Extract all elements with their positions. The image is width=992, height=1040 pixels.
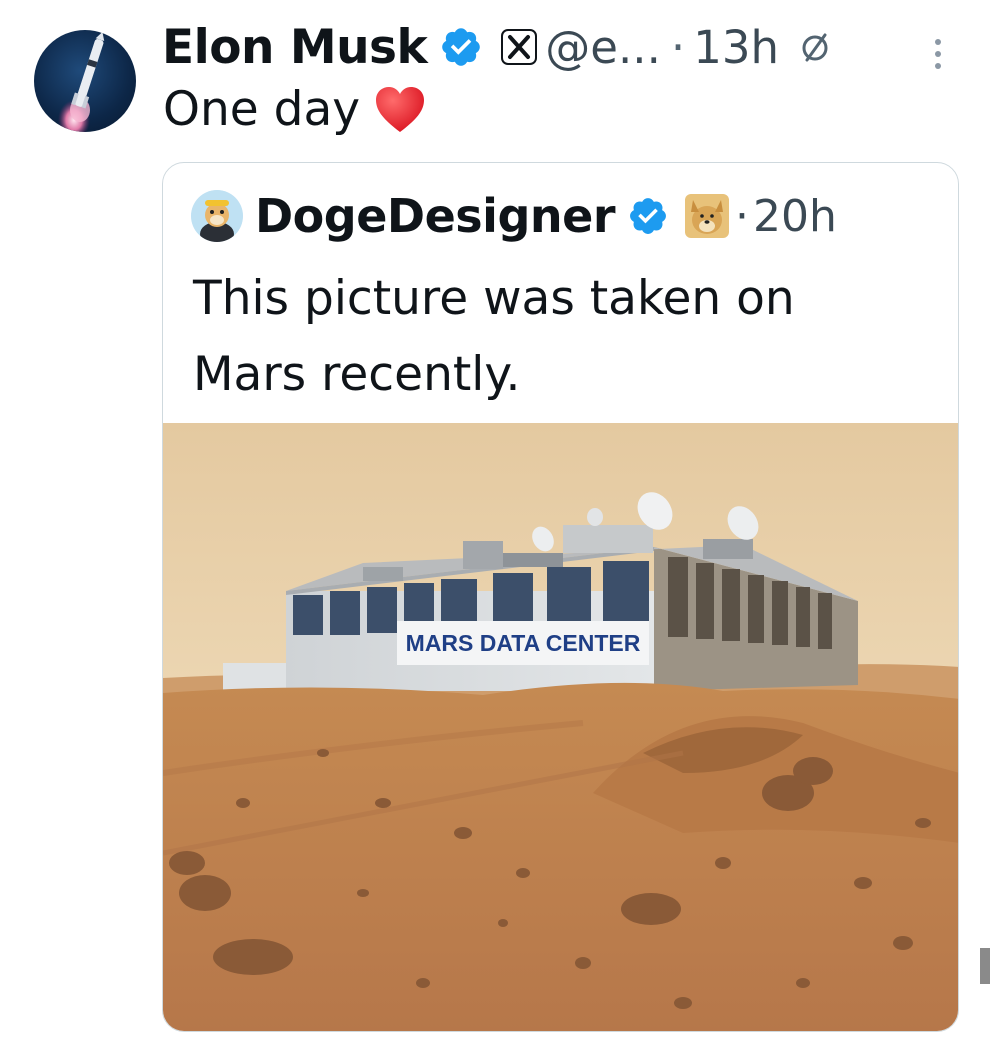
quoted-post[interactable]: DogeDesigner · 20h This picture was take…: [162, 162, 959, 1032]
quoted-post-image[interactable]: MARS DATA CENTER: [163, 423, 958, 1031]
post-card[interactable]: Elon Musk @e... · 13h One day DogeDesign…: [0, 0, 992, 1040]
post-time[interactable]: 13h: [693, 21, 779, 74]
author-name[interactable]: Elon Musk: [162, 20, 428, 75]
quoted-verified-badge-icon[interactable]: [627, 195, 669, 237]
edited-icon: [797, 29, 833, 65]
post-text: One day: [163, 82, 426, 137]
quoted-text-line-2: Mars recently.: [193, 347, 521, 402]
mars-ground: [163, 682, 958, 1031]
quoted-post-text: This picture was taken on Mars recently.: [193, 261, 913, 413]
scrollbar-thumb[interactable]: [980, 948, 990, 984]
author-avatar[interactable]: [34, 30, 136, 132]
x-affiliate-icon[interactable]: [501, 29, 538, 65]
more-options-icon[interactable]: [928, 34, 948, 74]
rocket-icon: [58, 32, 105, 132]
verified-badge-icon[interactable]: [439, 25, 483, 69]
quoted-author-name[interactable]: DogeDesigner: [255, 189, 616, 243]
quoted-post-time[interactable]: 20h: [753, 191, 837, 242]
image-sign-text: MARS DATA CENTER: [406, 630, 641, 656]
red-heart-icon: [374, 86, 426, 134]
doge-badge-icon[interactable]: [685, 194, 730, 238]
quoted-header: DogeDesigner · 20h: [191, 185, 837, 247]
quoted-author-avatar[interactable]: [191, 190, 243, 242]
post-text-content: One day: [163, 82, 361, 137]
post-header: Elon Musk @e... · 13h: [162, 14, 833, 80]
header-separator: ·: [670, 20, 686, 74]
quoted-text-line-1: This picture was taken on: [193, 271, 795, 326]
author-handle[interactable]: @e...: [545, 21, 661, 74]
quoted-header-separator: ·: [735, 190, 750, 242]
